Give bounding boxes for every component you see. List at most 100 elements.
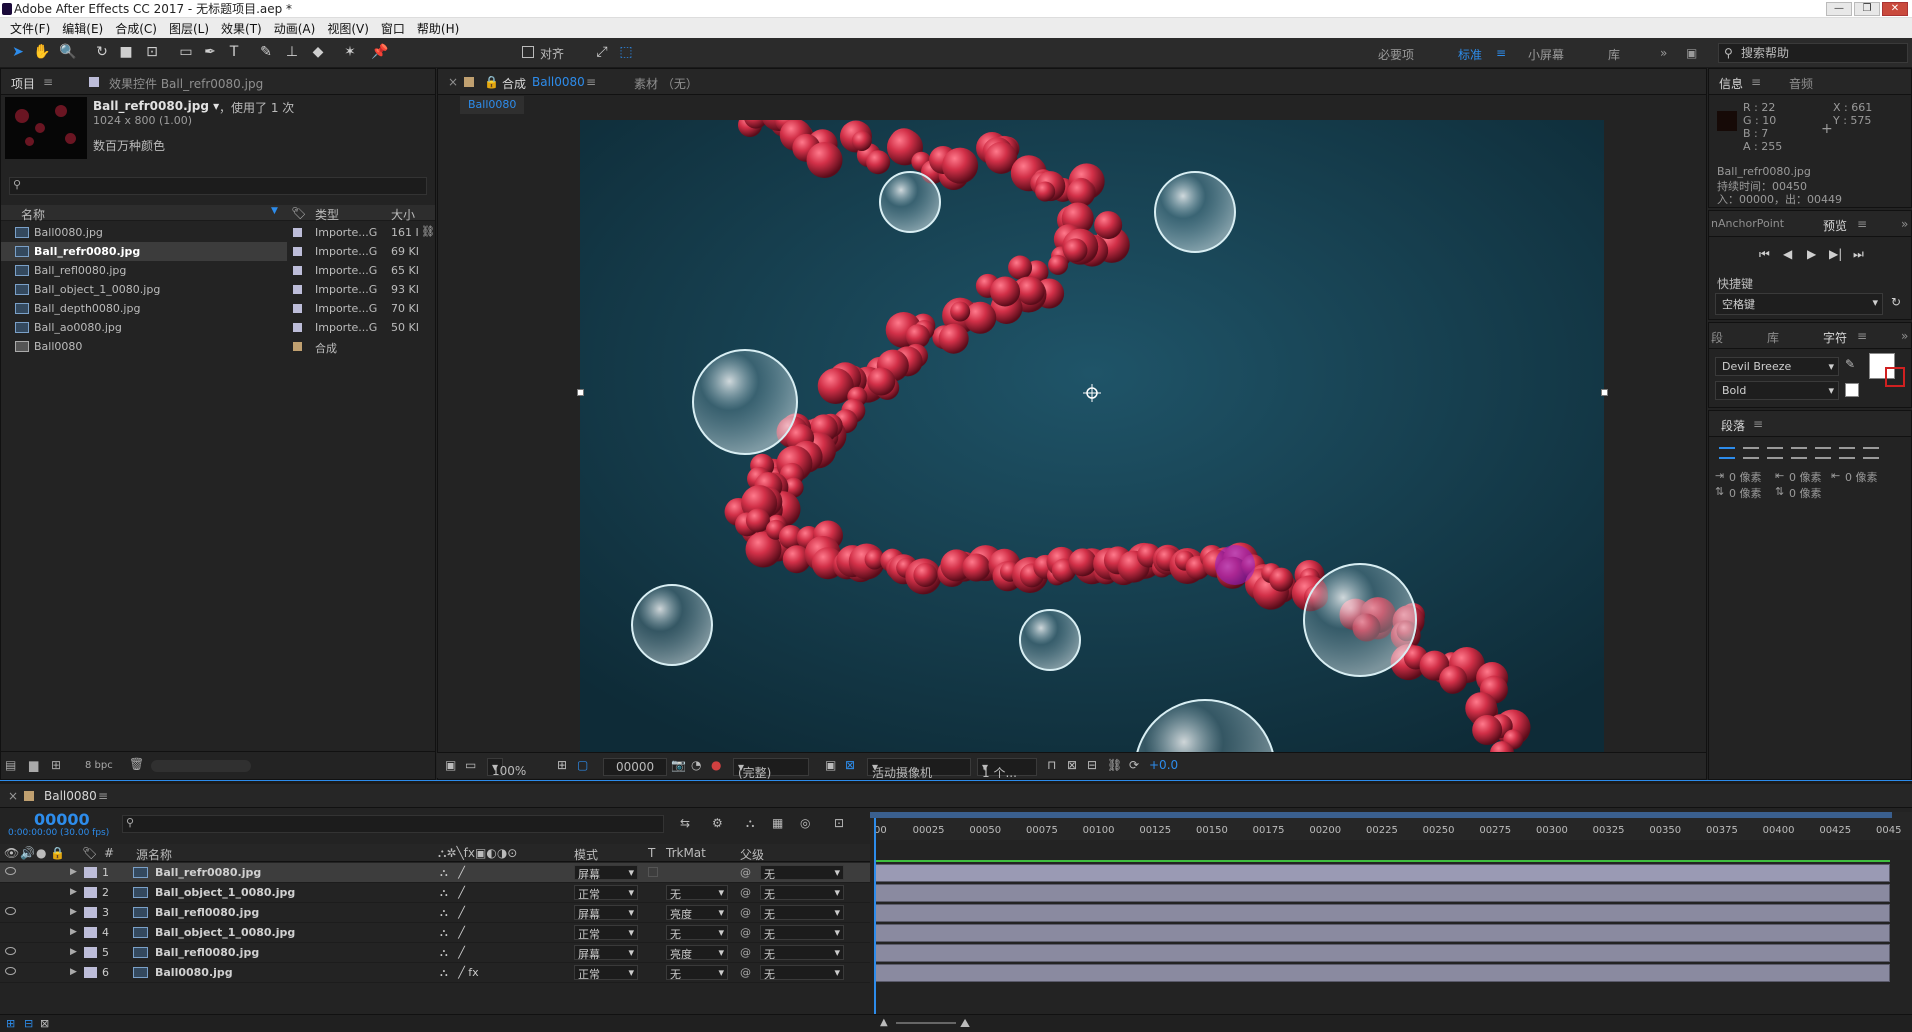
zoom-tool-icon[interactable]: 🔍 <box>58 42 78 62</box>
draft-3d-icon[interactable]: ⚙ <box>712 816 723 830</box>
font-family-dropdown[interactable]: Devil Breeze ▾ <box>1715 357 1839 376</box>
label-swatch[interactable] <box>84 927 97 938</box>
blend-mode-dropdown[interactable]: 屏幕 ▾ <box>574 945 638 961</box>
selected-item-name[interactable]: Ball_refr0080.jpg ▾ <box>93 99 219 113</box>
label-swatch[interactable] <box>84 887 97 898</box>
parent-dropdown[interactable]: 无 ▾ <box>760 865 844 881</box>
character-menu-icon[interactable]: ≡ <box>1857 329 1867 343</box>
project-item[interactable]: Ball0080.jpg Importe...G 161 I ⛓ <box>1 223 435 242</box>
tab-timeline-comp[interactable]: Ball0080 <box>44 789 97 803</box>
current-time-field[interactable]: 00000 <box>603 758 668 776</box>
menu-file[interactable]: 文件(F) <box>4 20 56 37</box>
frame-blending-icon[interactable]: ▦ <box>772 816 783 830</box>
preview-menu-icon[interactable]: ≡ <box>1857 217 1867 231</box>
close-tab-icon[interactable]: × <box>448 75 458 89</box>
flowchart-icon[interactable]: ⛓ <box>421 225 435 238</box>
eye-toggle-off[interactable] <box>5 927 16 935</box>
toggle-inout-icon[interactable]: ⊠ <box>40 1017 49 1030</box>
composition-menu-icon[interactable]: ≡ <box>586 75 596 89</box>
label-swatch[interactable] <box>293 323 302 332</box>
menu-composition[interactable]: 合成(C) <box>109 20 163 37</box>
reset-exposure-icon[interactable]: ⟳ <box>1129 758 1139 772</box>
view-layout-dropdown[interactable]: 1 个... ▾ <box>977 758 1037 780</box>
layer-switches[interactable]: ⛬ ╱ <box>440 926 465 940</box>
parent-dropdown[interactable]: 无 ▾ <box>760 945 844 961</box>
parent-dropdown[interactable]: 无 ▾ <box>760 925 844 941</box>
label-column-icon[interactable]: 🏷 <box>291 206 306 220</box>
eye-icon[interactable] <box>5 867 16 875</box>
workspace-overflow-icon[interactable]: » <box>1660 46 1667 60</box>
label-swatch[interactable] <box>293 304 302 313</box>
pick-whip-icon[interactable]: @ <box>740 966 751 979</box>
expand-triangle-icon[interactable]: ▶ <box>70 907 77 917</box>
safe-zones-icon[interactable]: ⊞ <box>557 758 567 772</box>
track-matte-dropdown[interactable]: 无 ▾ <box>666 885 728 901</box>
expand-triangle-icon[interactable]: ▶ <box>70 947 77 957</box>
puppet-pin-tool-icon[interactable]: 📌 <box>370 42 390 62</box>
eye-icon[interactable] <box>5 967 16 975</box>
snap-checkbox[interactable] <box>522 46 534 58</box>
column-name[interactable]: 名称 <box>21 206 45 223</box>
project-item[interactable]: Ball_ao0080.jpg Importe...G 50 KI <box>1 318 435 337</box>
tab-wiggler[interactable]: nAnchorPoint <box>1711 217 1784 230</box>
project-item-selected[interactable]: Ball_refr0080.jpg <box>1 242 287 261</box>
tab-preview[interactable]: 预览 <box>1823 217 1847 234</box>
justify-all-icon[interactable] <box>1863 447 1879 459</box>
selection-tool-icon[interactable]: ➤ <box>8 42 28 62</box>
roto-brush-tool-icon[interactable]: ✶ <box>340 42 360 62</box>
bpc-toggle[interactable]: 8 bpc <box>85 760 113 771</box>
parent-dropdown[interactable]: 无 ▾ <box>760 965 844 981</box>
layer-duration-bar[interactable] <box>875 904 1890 922</box>
composition-breadcrumb[interactable]: Ball0080 <box>460 96 525 114</box>
column-type[interactable]: 类型 <box>315 206 339 223</box>
composition-viewer[interactable] <box>580 120 1604 752</box>
panel-overflow-icon[interactable]: » <box>1901 217 1908 231</box>
indent-left-value[interactable]: 0 像素 <box>1729 469 1762 485</box>
resolution-dropdown[interactable]: (完整) ▾ <box>733 758 809 780</box>
layer-name[interactable]: Ball0080.jpg <box>155 966 233 979</box>
tab-paragraph-short[interactable]: 段 <box>1711 329 1723 346</box>
flowchart-icon[interactable]: ⛓ <box>1107 758 1122 772</box>
toggle-modes-icon[interactable]: ⊟ <box>24 1017 33 1030</box>
previous-frame-icon[interactable]: ◀ <box>1783 247 1792 261</box>
pixel-aspect-icon[interactable]: ⊓ <box>1047 758 1056 772</box>
pen-tool-icon[interactable]: ✒ <box>200 42 220 62</box>
snap-option-icon[interactable]: ⤢ <box>592 42 612 62</box>
timeline-search-input[interactable]: ⚲ <box>122 815 664 833</box>
monitor-icon[interactable]: ▭ <box>465 758 476 772</box>
blend-mode-dropdown[interactable]: 正常 ▾ <box>574 925 638 941</box>
parent-dropdown[interactable]: 无 ▾ <box>760 885 844 901</box>
eye-icon[interactable] <box>5 947 16 955</box>
space-after-value[interactable]: 0 像素 <box>1789 485 1822 501</box>
column-source-name[interactable]: 源名称 <box>136 846 172 863</box>
workspace-standard[interactable]: 标准 <box>1458 46 1482 63</box>
layer-row[interactable]: ▶ 1 Ball_refr0080.jpg ⛬ ╱ 屏幕 ▾ @ 无 ▾ <box>0 863 872 883</box>
search-help-input[interactable]: ⚲ 搜索帮助 <box>1718 43 1908 63</box>
project-search-input[interactable]: ⚲ <box>9 177 427 195</box>
track-matte-dropdown[interactable]: 亮度 ▾ <box>666 945 728 961</box>
track-matte-dropdown[interactable]: 无 ▾ <box>666 925 728 941</box>
work-area-bar[interactable] <box>870 812 1892 818</box>
blend-mode-dropdown[interactable]: 正常 ▾ <box>574 965 638 981</box>
hand-tool-icon[interactable]: ✋ <box>32 42 52 62</box>
pick-whip-icon[interactable]: @ <box>740 946 751 959</box>
layer-switches[interactable]: ⛬ ╱ fx <box>440 966 479 980</box>
layer-name[interactable]: Ball_refl0080.jpg <box>155 946 259 959</box>
blend-mode-dropdown[interactable]: 正常 ▾ <box>574 885 638 901</box>
workspace-libraries[interactable]: 库 <box>1608 46 1620 63</box>
sync-settings-icon[interactable]: ▣ <box>1686 46 1697 60</box>
maximize-button[interactable]: ❐ <box>1854 2 1880 16</box>
pick-whip-icon[interactable]: @ <box>740 906 751 919</box>
track-matte-dropdown[interactable]: 亮度 ▾ <box>666 905 728 921</box>
menu-window[interactable]: 窗口 <box>375 20 411 37</box>
eyedropper-icon[interactable]: ✎ <box>1845 357 1855 371</box>
shortcut-dropdown[interactable]: 空格键 ▾ <box>1715 293 1883 315</box>
eye-toggle-off[interactable] <box>5 887 16 895</box>
label-swatch[interactable] <box>293 342 302 351</box>
region-of-interest-icon[interactable]: ▣ <box>825 758 836 772</box>
label-swatch[interactable] <box>84 967 97 978</box>
tab-composition-name[interactable]: Ball0080 <box>532 75 585 89</box>
eraser-tool-icon[interactable]: ◆ <box>308 42 328 62</box>
new-composition-icon[interactable]: ⊞ <box>51 758 61 772</box>
layer-duration-bar[interactable] <box>875 944 1890 962</box>
